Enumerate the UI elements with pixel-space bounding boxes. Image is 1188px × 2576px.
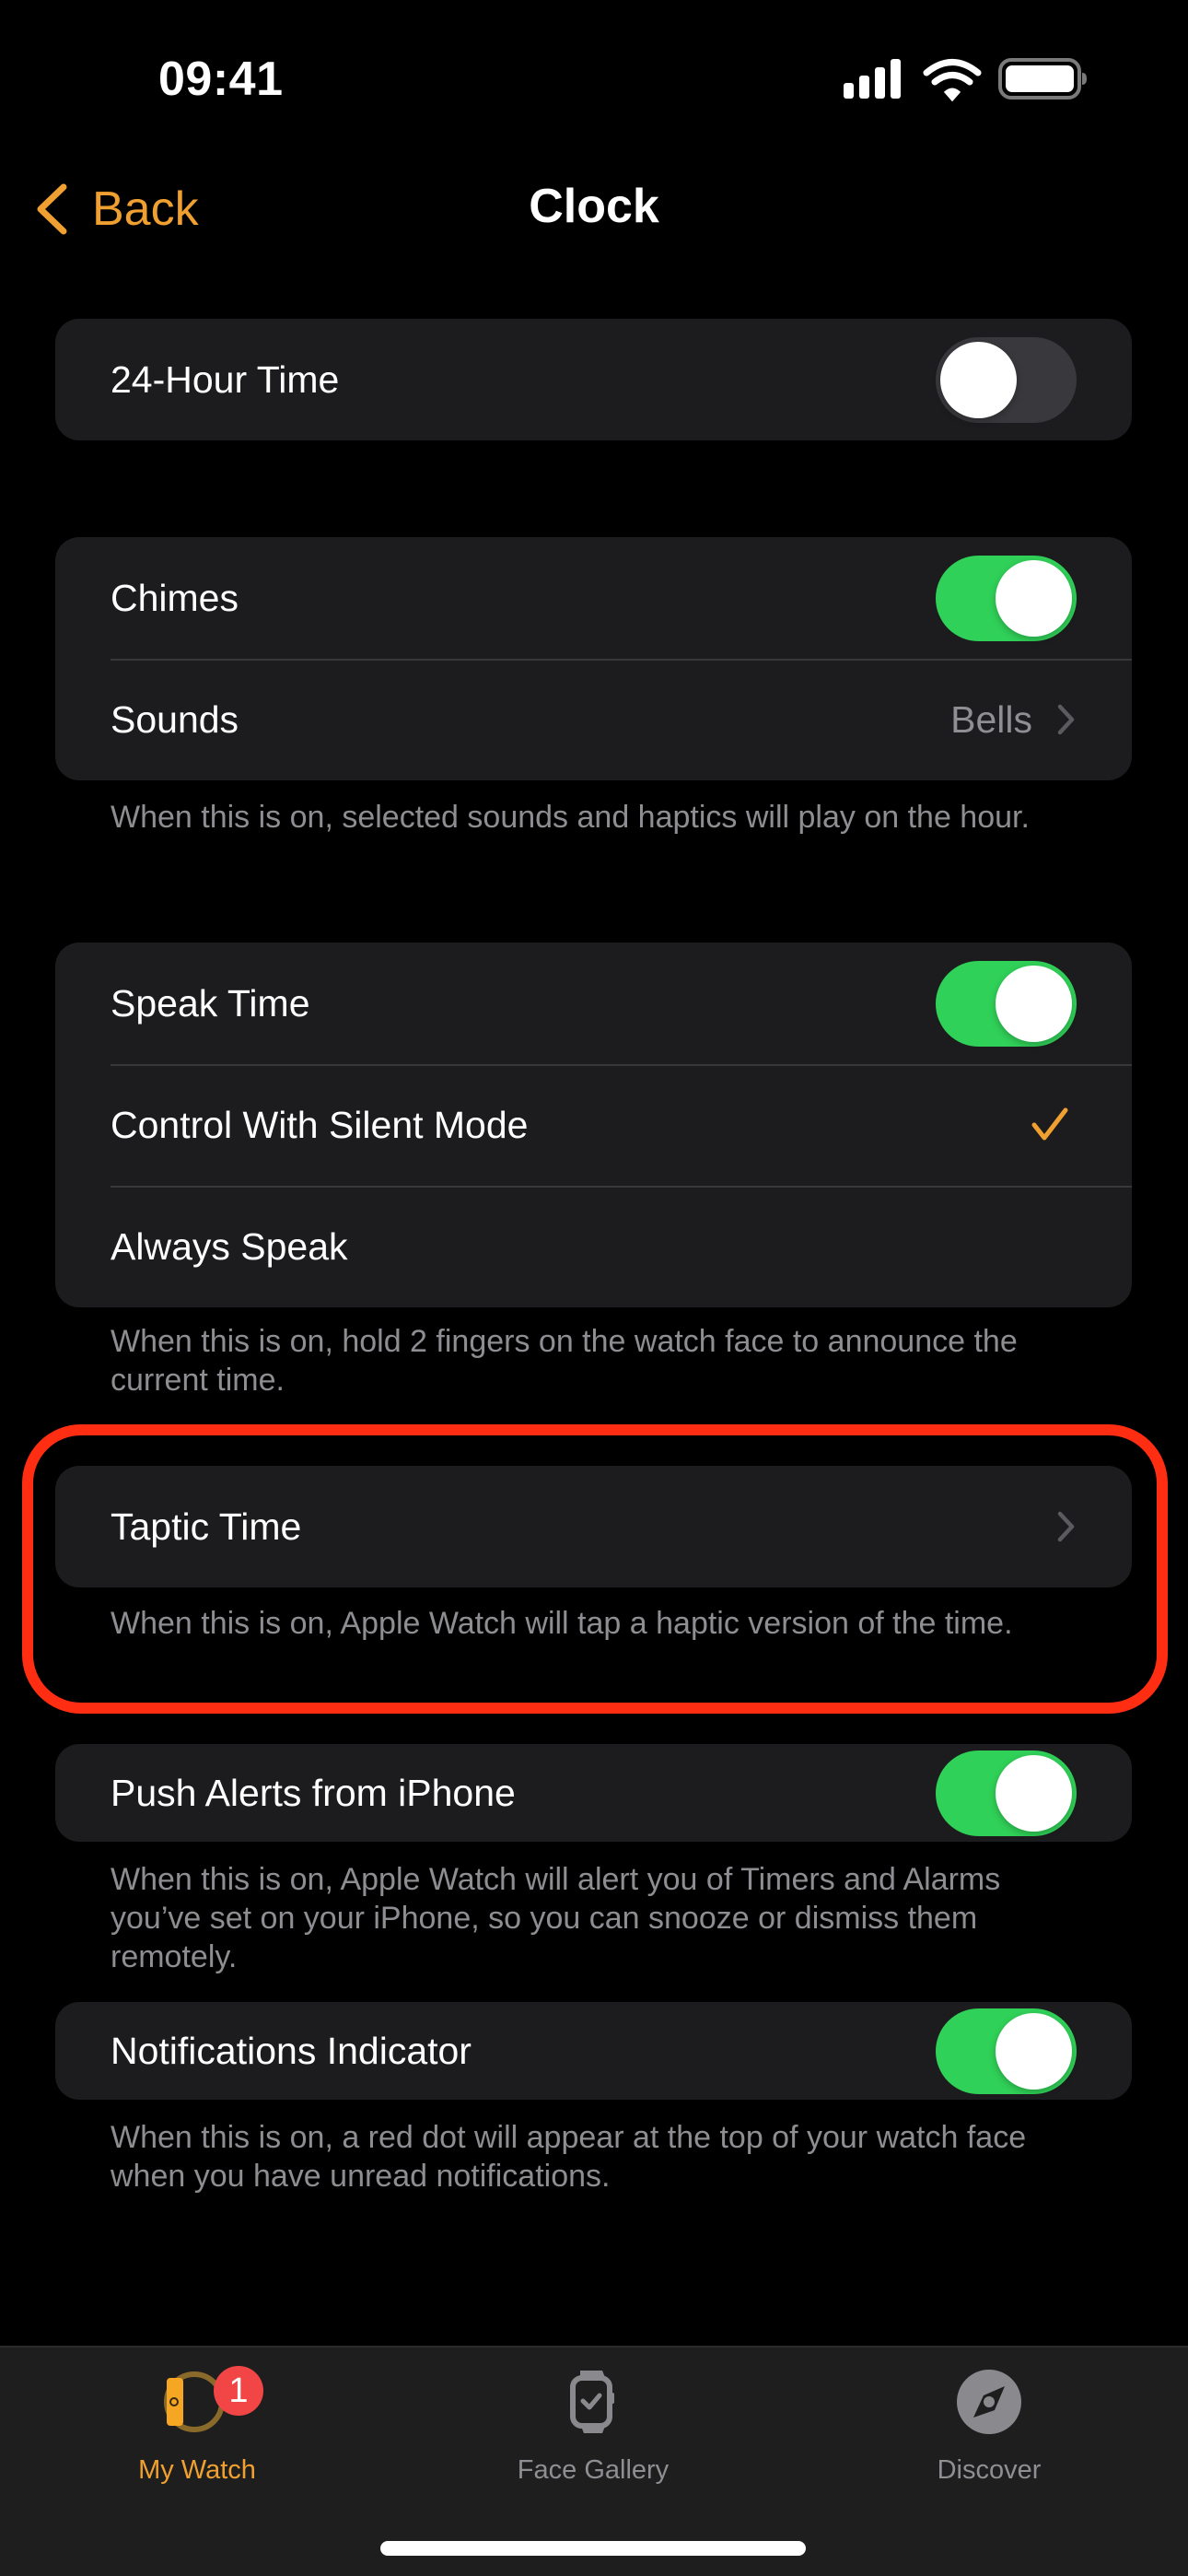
tab-my-watch[interactable]: 1 My Watch: [59, 2348, 335, 2486]
section-notifications-indicator: Notifications Indicator: [55, 2002, 1132, 2100]
section-24-hour: 24-Hour Time: [55, 319, 1132, 440]
row-label: Control With Silent Mode: [111, 1103, 529, 1146]
toggle-knob: [996, 2012, 1072, 2090]
tab-face-gallery[interactable]: Face Gallery: [455, 2348, 731, 2486]
sounds-value: Bells: [950, 697, 1032, 741]
row-notifications-indicator: Notifications Indicator: [55, 2002, 1132, 2100]
notification-badge: 1: [214, 2366, 263, 2416]
row-label: Push Alerts from iPhone: [111, 1771, 516, 1814]
section-speak-time: Speak Time Control With Silent Mode Alwa…: [55, 943, 1132, 1307]
row-always-speak[interactable]: Always Speak: [55, 1186, 1132, 1307]
speak-time-footer: When this is on, hold 2 fingers on the w…: [111, 1324, 1018, 1398]
toggle-knob: [940, 341, 1017, 418]
row-label: Notifications Indicator: [111, 2029, 472, 2072]
row-sounds[interactable]: Sounds Bells: [55, 659, 1132, 780]
tab-discover[interactable]: Discover: [851, 2348, 1127, 2486]
status-icons: [840, 57, 1089, 103]
cellular-signal-icon: [844, 59, 901, 99]
row-chimes: Chimes: [55, 537, 1132, 659]
compass-icon: [934, 2360, 1044, 2442]
row-label: Always Speak: [111, 1224, 348, 1268]
toggle-speak-time[interactable]: [936, 960, 1077, 1047]
toggle-24-hour-time[interactable]: [936, 336, 1077, 423]
taptic-time-footer: When this is on, Apple Watch will tap a …: [111, 1606, 1013, 1641]
push-alerts-footer: When this is on, Apple Watch will alert …: [111, 1862, 1001, 1974]
notifications-footer: When this is on, a red dot will appear a…: [111, 2120, 1027, 2194]
chevron-right-icon: [1057, 704, 1075, 735]
toggle-chimes[interactable]: [936, 555, 1077, 641]
row-label: Chimes: [111, 576, 239, 619]
status-time: 09:41: [158, 53, 284, 106]
battery-icon: [998, 58, 1087, 100]
section-chimes: Chimes Sounds Bells: [55, 537, 1132, 780]
tab-label: My Watch: [138, 2455, 256, 2485]
toggle-knob: [996, 965, 1072, 1042]
row-label: Speak Time: [111, 981, 310, 1025]
toggle-knob: [996, 1754, 1072, 1832]
page-title: Clock: [529, 180, 659, 233]
section-taptic-time: Taptic Time: [55, 1466, 1132, 1587]
home-indicator[interactable]: [380, 2541, 806, 2556]
toggle-push-alerts[interactable]: [936, 1750, 1077, 1836]
tab-label: Face Gallery: [517, 2455, 670, 2485]
wifi-icon: [923, 59, 982, 102]
checkmark-icon: [1031, 1107, 1068, 1141]
section-push-alerts: Push Alerts from iPhone: [55, 1744, 1132, 1842]
toggle-knob: [996, 559, 1072, 637]
row-control-with-silent-mode[interactable]: Control With Silent Mode: [55, 1064, 1132, 1186]
row-24-hour-time: 24-Hour Time: [55, 319, 1132, 440]
row-push-alerts: Push Alerts from iPhone: [55, 1744, 1132, 1842]
chevron-right-icon: [1057, 1511, 1075, 1542]
toggle-notifications-indicator[interactable]: [936, 2008, 1077, 2094]
row-label: 24-Hour Time: [111, 357, 340, 401]
face-gallery-icon: [538, 2360, 648, 2442]
row-label: Sounds: [111, 697, 239, 741]
row-taptic-time[interactable]: Taptic Time: [55, 1466, 1132, 1587]
chimes-footer: When this is on, selected sounds and hap…: [111, 800, 1030, 835]
row-label: Taptic Time: [111, 1505, 302, 1548]
row-speak-time: Speak Time: [55, 943, 1132, 1064]
tab-label: Discover: [937, 2455, 1042, 2485]
my-watch-icon: 1: [142, 2360, 263, 2442]
